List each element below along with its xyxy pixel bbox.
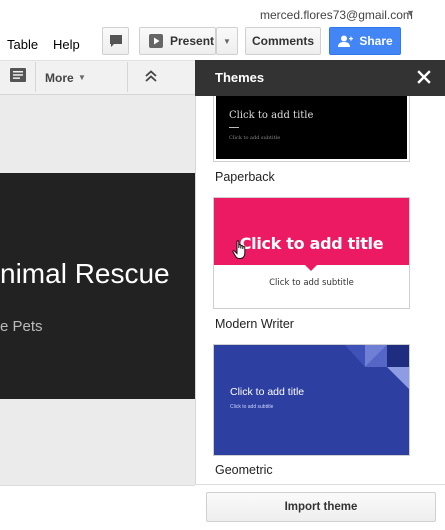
present-options-button[interactable]: ▼ — [216, 27, 238, 55]
theme-preview-subtitle: Click to add subtitle — [229, 135, 281, 141]
more-button[interactable]: More — [45, 71, 74, 85]
theme-preview-notch — [305, 265, 317, 271]
comments-button[interactable]: Comments — [245, 27, 321, 55]
account-email[interactable]: merced.flores73@gmail.com — [260, 8, 413, 22]
theme-name[interactable]: Paperback — [215, 170, 275, 184]
theme-name[interactable]: Geometric — [215, 463, 273, 477]
theme-preview-subtitle: Click to add subtitle — [230, 404, 274, 410]
theme-preview-background — [216, 96, 407, 159]
slide-subtitle[interactable]: e Pets — [0, 318, 43, 335]
present-label: Present — [170, 34, 215, 48]
toolbar-divider — [127, 62, 128, 92]
person-add-icon — [338, 35, 354, 47]
speaker-notes-area[interactable] — [0, 485, 195, 530]
share-button[interactable]: Share — [329, 27, 401, 55]
comment-icon — [109, 35, 122, 47]
theme-preview-title: Click to add title — [229, 110, 314, 121]
chevron-down-icon: ▼ — [223, 36, 231, 46]
themes-panel-title: Themes — [215, 70, 265, 85]
theme-preview-divider — [229, 127, 239, 128]
speaker-notes-icon[interactable] — [10, 68, 26, 82]
editor-toolbar — [0, 60, 195, 95]
comment-history-button[interactable] — [102, 27, 129, 55]
theme-preview-title: Click to add title — [230, 386, 305, 398]
toolbar-divider — [35, 62, 36, 92]
theme-preview-shapes — [345, 345, 409, 389]
close-icon[interactable] — [417, 70, 431, 84]
theme-preview-subtitle: Click to add subtitle — [269, 278, 354, 288]
chevron-down-icon[interactable]: ▼ — [78, 73, 86, 82]
import-theme-button[interactable]: Import theme — [206, 492, 436, 522]
hand-cursor-icon — [232, 240, 246, 259]
chevron-up-double-icon[interactable] — [144, 69, 158, 83]
present-button[interactable]: Present — [139, 27, 216, 55]
account-caret-icon[interactable]: ▼ — [406, 8, 415, 18]
menu-help[interactable]: Help — [53, 37, 80, 52]
play-icon — [149, 34, 163, 48]
share-label: Share — [359, 34, 393, 48]
menu-table[interactable]: Table — [7, 37, 38, 52]
slide-title[interactable]: nimal Rescue — [0, 258, 170, 290]
theme-name[interactable]: Modern Writer — [215, 317, 294, 331]
